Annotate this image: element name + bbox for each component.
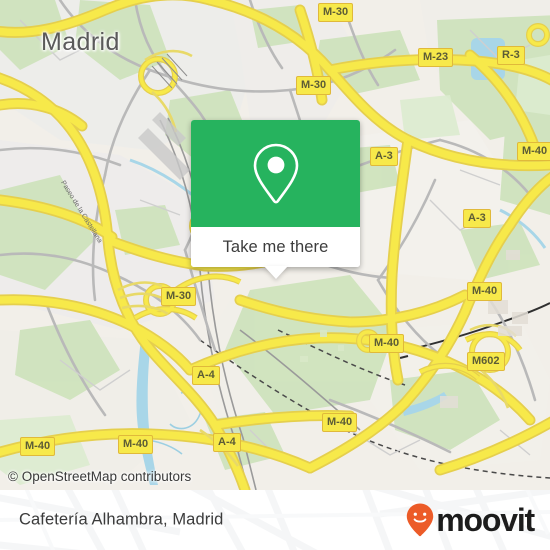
road-shield-m40-bottom[interactable]: M-40: [322, 413, 358, 432]
popup-pointer-tail: [263, 266, 288, 279]
road-shield-m40-right[interactable]: M-40: [467, 282, 503, 301]
road-shield-a4-lower[interactable]: A-4: [213, 433, 241, 452]
road-shield-m30-south[interactable]: M-30: [161, 287, 197, 306]
location-popup-card[interactable]: Take me there: [191, 120, 360, 279]
popup-action-bar[interactable]: Take me there: [191, 227, 360, 279]
road-shield-r3[interactable]: R-3: [497, 46, 525, 65]
road-shield-m30-west[interactable]: M-30: [296, 76, 332, 95]
road-shield-m40-east[interactable]: M-40: [517, 142, 550, 161]
map-attribution: © OpenStreetMap contributors: [8, 469, 192, 484]
footer-bar: Cafetería Alhambra, Madrid moovit: [0, 490, 550, 550]
screenshot-root: Madrid Paseo de la Castellana M-30 M-23 …: [0, 0, 550, 550]
take-me-there-button[interactable]: Take me there: [223, 238, 329, 257]
moovit-pin-smiley-icon: [407, 503, 434, 537]
road-shield-a4-upper[interactable]: A-4: [192, 366, 220, 385]
place-title: Cafetería Alhambra, Madrid: [19, 510, 224, 529]
road-shield-m23[interactable]: M-23: [418, 48, 454, 67]
road-shield-m602[interactable]: M602: [467, 352, 505, 371]
moovit-wordmark: moovit: [436, 502, 535, 538]
road-shield-m40-west[interactable]: M-40: [20, 437, 56, 456]
road-shield-a3-lower[interactable]: A-3: [463, 209, 491, 228]
road-shield-m40-mid[interactable]: M-40: [369, 334, 405, 353]
road-shield-m40-sw[interactable]: M-40: [118, 435, 154, 454]
road-shield-m30-north[interactable]: M-30: [318, 3, 354, 22]
popup-pin-panel: [191, 120, 360, 227]
map-viewport[interactable]: Madrid Paseo de la Castellana M-30 M-23 …: [0, 0, 550, 490]
map-pin-icon: [253, 143, 298, 204]
moovit-logo[interactable]: moovit: [405, 502, 535, 538]
road-shield-a3-upper[interactable]: A-3: [370, 147, 398, 166]
